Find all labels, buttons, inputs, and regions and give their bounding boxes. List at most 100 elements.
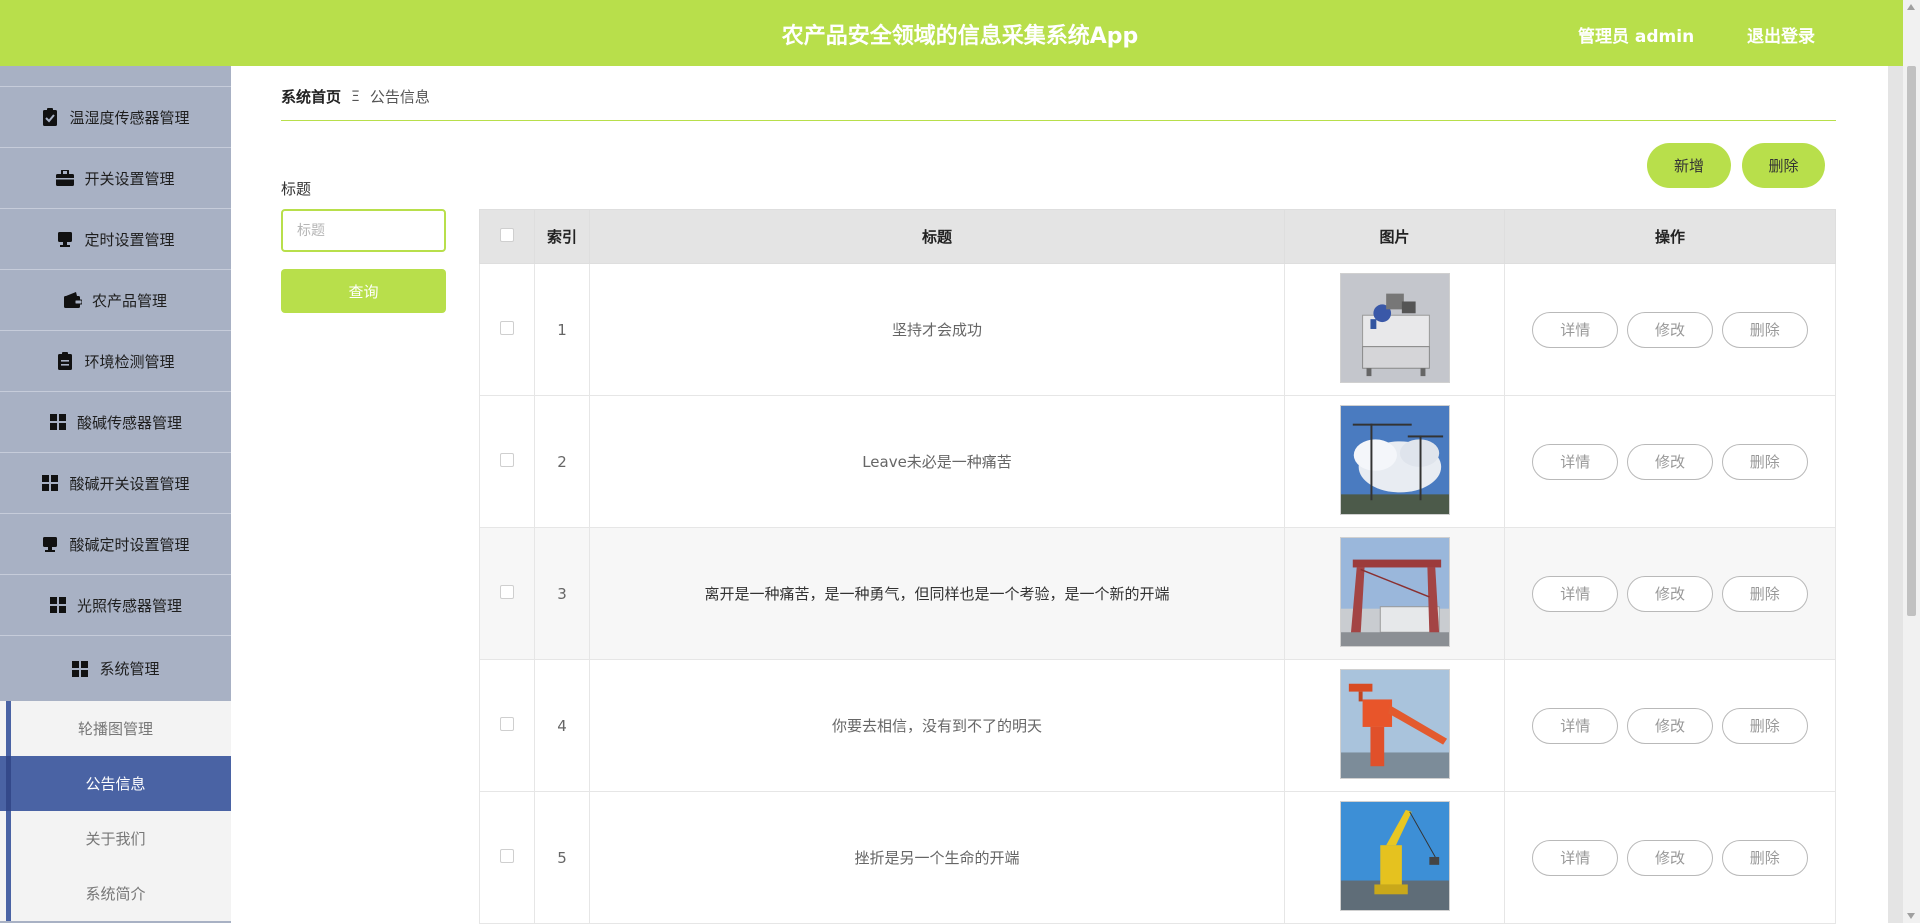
- table-header-row: 索引 标题 图片 操作: [479, 209, 1836, 264]
- detail-button[interactable]: 详情: [1532, 707, 1619, 744]
- delete-button[interactable]: 删除: [1721, 575, 1808, 612]
- column-header-index: 索引: [534, 209, 590, 264]
- logout-button[interactable]: 退出登录: [1747, 22, 1815, 47]
- vertical-scrollbar[interactable]: [1903, 0, 1920, 923]
- detail-button[interactable]: 详情: [1532, 575, 1619, 612]
- row-title: 挫折是另一个生命的开端: [589, 791, 1285, 924]
- edit-button[interactable]: 修改: [1627, 575, 1713, 612]
- row-actions-cell: 详情 修改 删除: [1504, 791, 1836, 924]
- row-checkbox[interactable]: [500, 584, 514, 599]
- row-image-cell: [1284, 659, 1505, 792]
- sidebar-item-light-sensor[interactable]: 光照传感器管理: [0, 574, 231, 635]
- column-header-actions: 操作: [1504, 209, 1836, 264]
- sidebar-item-label: 定时设置管理: [84, 230, 175, 249]
- clipboard-icon: [56, 352, 74, 370]
- grid-icon: [49, 596, 67, 614]
- detail-button[interactable]: 详情: [1532, 311, 1619, 348]
- select-all-header: [479, 209, 535, 264]
- sidebar-item-ph-switch[interactable]: 酸碱开关设置管理: [0, 452, 231, 513]
- sidebar-item-label: 环境检测管理: [84, 352, 175, 371]
- delete-button[interactable]: 删除: [1721, 707, 1808, 744]
- top-bar: 农产品安全领域的信息采集系统App 管理员 admin 退出登录: [0, 0, 1920, 66]
- delete-button[interactable]: 删除: [1721, 443, 1808, 480]
- row-image-cell: [1284, 791, 1505, 924]
- breadcrumb-home[interactable]: 系统首页: [281, 86, 341, 107]
- clipboard-check-icon: [41, 108, 59, 126]
- row-checkbox[interactable]: [500, 716, 514, 731]
- delete-button[interactable]: 删除: [1721, 311, 1808, 348]
- sidebar-item-label: 酸碱定时设置管理: [69, 535, 190, 554]
- row-image-cell: [1284, 263, 1505, 396]
- sidebar-item-environment[interactable]: 环境检测管理: [0, 330, 231, 391]
- row-select-cell: [479, 263, 535, 396]
- row-index: 1: [534, 263, 590, 396]
- row-image: [1339, 404, 1450, 515]
- table-row: 1 坚持才会成功 详情 修改 删除: [479, 263, 1836, 396]
- submenu-item-announcements[interactable]: 公告信息: [0, 756, 231, 811]
- sidebar-item-products[interactable]: 农产品管理: [0, 269, 231, 330]
- row-checkbox[interactable]: [500, 452, 514, 467]
- edit-button[interactable]: 修改: [1627, 311, 1713, 348]
- submenu-item-about-us[interactable]: 关于我们: [0, 811, 231, 866]
- table-row: 4 你要去相信，没有到不了的明天 详情 修改 删除: [479, 659, 1836, 792]
- announcements-table: 索引 标题 图片 操作 1 坚持才会成功 详情 修改 删除 2 Leave未必是…: [479, 209, 1836, 924]
- title-filter-label: 标题: [281, 180, 312, 198]
- query-button[interactable]: 查询: [281, 269, 446, 313]
- row-image-cell: [1284, 395, 1505, 528]
- row-index: 4: [534, 659, 590, 792]
- sidebar-item-label: 温湿度传感器管理: [69, 108, 190, 127]
- table-row: 2 Leave未必是一种痛苦 详情 修改 删除: [479, 395, 1836, 528]
- submenu-item-system-intro[interactable]: 系统简介: [0, 866, 231, 921]
- row-index: 5: [534, 791, 590, 924]
- monitor-icon: [41, 535, 59, 553]
- edit-button[interactable]: 修改: [1627, 839, 1713, 876]
- breadcrumb-separator-icon: Ξ: [351, 88, 360, 105]
- detail-button[interactable]: 详情: [1532, 443, 1619, 480]
- table-row: 5 挫折是另一个生命的开端 详情 修改 删除: [479, 791, 1836, 924]
- breadcrumb-divider: [281, 120, 1836, 121]
- row-actions-cell: 详情 修改 删除: [1504, 659, 1836, 792]
- row-title: 坚持才会成功: [589, 263, 1285, 396]
- row-select-cell: [479, 791, 535, 924]
- breadcrumb: 系统首页 Ξ 公告信息: [281, 86, 430, 107]
- sidebar-item-label: 农产品管理: [91, 291, 167, 310]
- delete-button[interactable]: 删除: [1721, 839, 1808, 876]
- row-title: Leave未必是一种痛苦: [589, 395, 1285, 528]
- row-title: 你要去相信，没有到不了的明天: [589, 659, 1285, 792]
- column-header-image: 图片: [1284, 209, 1505, 264]
- column-header-title: 标题: [589, 209, 1285, 264]
- row-select-cell: [479, 659, 535, 792]
- row-index: 2: [534, 395, 590, 528]
- breadcrumb-current: 公告信息: [369, 88, 430, 106]
- scroll-up-icon[interactable]: [1907, 4, 1915, 10]
- row-index: 3: [534, 527, 590, 660]
- select-all-checkbox[interactable]: [500, 227, 514, 242]
- sidebar-item-label: 光照传感器管理: [76, 596, 182, 615]
- edit-button[interactable]: 修改: [1627, 707, 1713, 744]
- briefcase-icon: [56, 169, 75, 187]
- add-button[interactable]: 新增: [1647, 143, 1731, 188]
- scroll-down-icon[interactable]: [1907, 913, 1915, 919]
- sidebar-item-system[interactable]: 系统管理: [0, 635, 231, 701]
- monitor-icon: [56, 230, 74, 248]
- submenu-item-carousel[interactable]: 轮播图管理: [0, 701, 231, 756]
- sidebar-item-ph-timer[interactable]: 酸碱定时设置管理: [0, 513, 231, 574]
- title-search-input[interactable]: [281, 209, 446, 252]
- row-checkbox[interactable]: [500, 848, 514, 863]
- row-checkbox[interactable]: [500, 320, 514, 335]
- sidebar-item-timer-settings[interactable]: 定时设置管理: [0, 208, 231, 269]
- row-actions-cell: 详情 修改 删除: [1504, 263, 1836, 396]
- edit-button[interactable]: 修改: [1627, 443, 1713, 480]
- detail-button[interactable]: 详情: [1532, 839, 1619, 876]
- sidebar-item-switch-settings[interactable]: 开关设置管理: [0, 147, 231, 208]
- current-user: 管理员 admin: [1578, 27, 1695, 47]
- table-row: 3 离开是一种痛苦，是一种勇气，但同样也是一个考验，是一个新的开端 详情 修改 …: [479, 527, 1836, 660]
- scrollbar-thumb[interactable]: [1907, 66, 1916, 616]
- bulk-delete-button[interactable]: 删除: [1742, 143, 1825, 188]
- row-image-cell: [1284, 527, 1505, 660]
- sidebar-item-ph-sensor[interactable]: 酸碱传感器管理: [0, 391, 231, 452]
- row-image: [1339, 800, 1450, 911]
- row-image: [1339, 668, 1450, 779]
- wallet-icon: [63, 291, 82, 309]
- sidebar-item-humidity-sensor[interactable]: 温湿度传感器管理: [0, 86, 231, 147]
